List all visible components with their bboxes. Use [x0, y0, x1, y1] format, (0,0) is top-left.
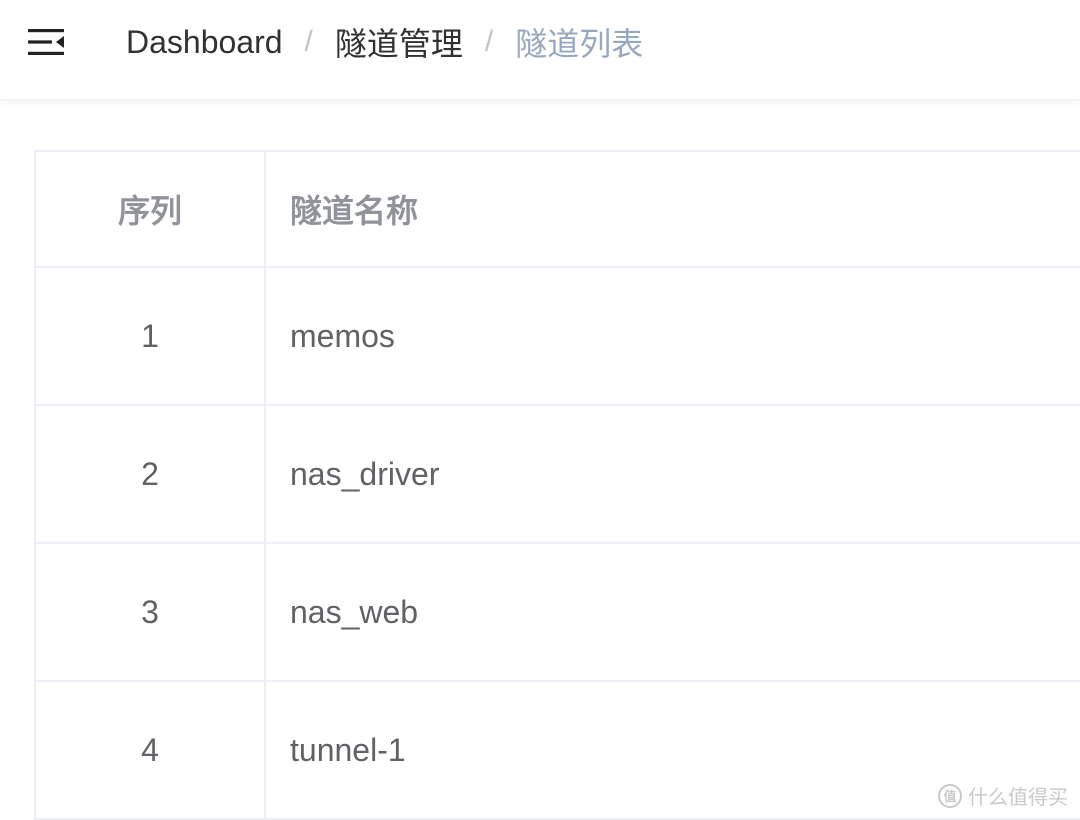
table-header: 序列 隧道名称 [34, 150, 1080, 268]
top-navbar: Dashboard / 隧道管理 / 隧道列表 [0, 0, 1080, 100]
breadcrumb-separator: / [304, 25, 313, 58]
row-tunnel-name-cell: memos [264, 266, 1080, 406]
table-row[interactable]: 4 tunnel-1 [34, 680, 1080, 820]
row-tunnel-name-cell: nas_web [264, 542, 1080, 682]
row-index-cell: 3 [34, 542, 266, 682]
hamburger-fold-icon[interactable] [22, 22, 70, 62]
breadcrumb-separator: / [484, 25, 494, 58]
row-index-cell: 2 [34, 404, 266, 544]
row-index-cell: 4 [34, 680, 266, 820]
table-header-row: 序列 隧道名称 [34, 150, 1080, 268]
watermark-text: 什么值得买 [968, 787, 1068, 809]
watermark: 值 什么值得买 [938, 781, 1068, 810]
tunnel-table-container: 序列 隧道名称 1 memos 2 nas_driver 3 nas_web 4… [34, 150, 1080, 820]
table-row[interactable]: 1 memos [34, 266, 1080, 406]
breadcrumb-item-tunnel-list: 隧道列表 [515, 26, 644, 62]
breadcrumb-item-dashboard[interactable]: Dashboard [126, 24, 283, 61]
hamburger-fold-icon-graphic [28, 29, 64, 55]
column-header-tunnel-name[interactable]: 隧道名称 [264, 150, 1080, 268]
page: Dashboard / 隧道管理 / 隧道列表 序列 隧道名称 1 memos [0, 0, 1080, 820]
breadcrumb: Dashboard / 隧道管理 / 隧道列表 [126, 20, 643, 64]
column-header-index[interactable]: 序列 [34, 150, 266, 268]
watermark-logo-icon: 值 [938, 783, 962, 808]
breadcrumb-item-tunnel-management[interactable]: 隧道管理 [335, 19, 463, 65]
tunnel-table: 序列 隧道名称 1 memos 2 nas_driver 3 nas_web 4… [34, 150, 1080, 820]
table-row[interactable]: 2 nas_driver [34, 404, 1080, 544]
table-body: 1 memos 2 nas_driver 3 nas_web 4 tunnel-… [34, 266, 1080, 820]
row-index-cell: 1 [34, 266, 266, 406]
row-tunnel-name-cell: nas_driver [264, 404, 1080, 544]
table-row[interactable]: 3 nas_web [34, 542, 1080, 682]
